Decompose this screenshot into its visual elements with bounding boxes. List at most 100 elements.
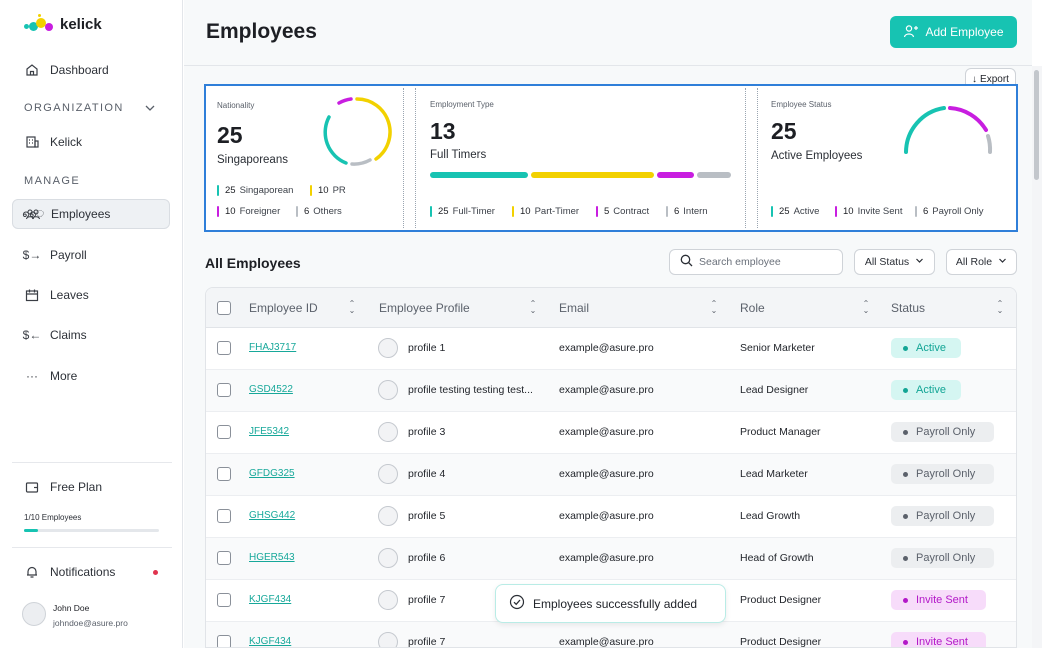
table-row[interactable]: FHAJ3717 profile 1 example@asure.pro Senior… <box>206 328 1016 370</box>
chevron-down-icon[interactable] <box>144 101 156 119</box>
row-checkbox[interactable] <box>217 551 231 565</box>
card-divider <box>403 88 404 228</box>
plan-usage: 1/10 Employees <box>24 513 82 522</box>
profile-avatar <box>378 380 398 400</box>
table-row[interactable]: GFDG325 profile 4 example@asure.pro Lead Ma… <box>206 454 1016 496</box>
column-header-employee-profile[interactable]: Employee Profile <box>379 288 470 328</box>
plan-usage-bar <box>24 529 159 532</box>
status-dot <box>903 471 908 477</box>
table-row[interactable]: HGER543 profile 6 example@asure.pro Head of… <box>206 538 1016 580</box>
column-header-email[interactable]: Email <box>559 288 589 328</box>
legend-item: 6 Payroll Only <box>915 206 984 217</box>
legend-color <box>430 206 432 217</box>
role-filter-dropdown[interactable]: All Role <box>946 249 1017 275</box>
row-checkbox[interactable] <box>217 341 231 355</box>
employee-id-link[interactable]: FHAJ3717 <box>249 342 296 353</box>
scrollbar-thumb[interactable] <box>1034 70 1039 180</box>
status-label: Payroll Only <box>916 426 976 438</box>
full-timer-segment <box>430 172 528 178</box>
profile-avatar <box>378 590 398 610</box>
contract-segment <box>657 172 694 178</box>
column-header-employee-id[interactable]: Employee ID <box>249 288 318 328</box>
app-name: kelick <box>60 15 102 33</box>
add-employee-button[interactable]: Add Employee <box>890 16 1017 48</box>
employee-id-link[interactable]: HGER543 <box>249 552 295 563</box>
search-input[interactable]: Search employee <box>669 249 843 275</box>
sidebar-item-kelick[interactable]: Kelick <box>12 127 170 157</box>
notifications-label: Notifications <box>50 565 116 579</box>
row-checkbox[interactable] <box>217 467 231 481</box>
sidebar-item-payroll[interactable]: $→ Payroll <box>12 240 170 270</box>
status-label: Active Employees <box>771 150 863 162</box>
employee-id-link[interactable]: JFE5342 <box>249 426 289 437</box>
divider <box>12 547 172 548</box>
row-checkbox[interactable] <box>217 593 231 607</box>
employee-id-link[interactable]: KJGF434 <box>249 594 291 605</box>
building-icon <box>24 134 40 150</box>
toast-message: Employees successfully added <box>533 596 698 611</box>
intern-segment <box>697 172 731 178</box>
legend-item: 25 Singaporean <box>217 185 293 196</box>
status-badge: Active <box>891 338 961 358</box>
sort-icon[interactable]: ⌃ ⌄ <box>709 300 719 315</box>
sidebar-item-label: Leaves <box>50 288 89 302</box>
sidebar-item-claims[interactable]: $← Claims <box>12 320 170 350</box>
row-checkbox[interactable] <box>217 383 231 397</box>
page-scrollbar[interactable] <box>1032 66 1042 648</box>
legend-item: 6 Intern <box>666 206 708 217</box>
status-dot <box>903 639 908 645</box>
employee-profile: profile 5 <box>408 510 446 522</box>
employee-id-link[interactable]: GFDG325 <box>249 468 295 479</box>
search-placeholder: Search employee <box>699 256 781 268</box>
status-filter-dropdown[interactable]: All Status <box>854 249 935 275</box>
column-header-role[interactable]: Role <box>740 288 765 328</box>
legend-color <box>217 185 219 196</box>
claims-icon: $← <box>22 328 42 342</box>
table-header: Employee ID ⌃ ⌄ Employee Profile ⌃ ⌄ Email… <box>206 288 1016 328</box>
table-row[interactable]: JFE5342 profile 3 example@asure.pro Product… <box>206 412 1016 454</box>
all-employees-title: All Employees <box>205 255 301 271</box>
row-checkbox[interactable] <box>217 635 231 647</box>
employee-id-link[interactable]: KJGF434 <box>249 636 291 647</box>
sidebar-item-leaves[interactable]: Leaves <box>12 280 170 310</box>
status-dot <box>903 597 908 603</box>
table-row[interactable]: GSD4522 profile testing testing test... ex… <box>206 370 1016 412</box>
sort-icon[interactable]: ⌃ ⌄ <box>861 300 871 315</box>
table-row[interactable]: KJGF434 profile 7 example@asure.pro Product… <box>206 622 1016 647</box>
status-badge: Invite Sent <box>891 590 986 610</box>
notifications-item[interactable]: Notifications <box>12 557 170 587</box>
users-icon: ൈ <box>21 208 45 220</box>
sort-icon[interactable]: ⌃ ⌄ <box>995 300 1005 315</box>
sort-icon[interactable]: ⌃ ⌄ <box>347 300 357 315</box>
page-header: Employees Add Employee <box>184 0 1032 66</box>
employee-status-card: Employee Status 25 Active Employees 25 Ac… <box>758 86 1016 230</box>
employee-role: Lead Marketer <box>740 468 808 480</box>
column-header-status[interactable]: Status <box>891 288 925 328</box>
employee-id-link[interactable]: GHSG442 <box>249 510 295 521</box>
free-plan[interactable]: Free Plan <box>12 472 170 502</box>
table-row[interactable]: GHSG442 profile 5 example@asure.pro Lead Gr… <box>206 496 1016 538</box>
employee-role: Lead Growth <box>740 510 801 522</box>
profile-avatar <box>378 632 398 647</box>
sort-icon[interactable]: ⌃ ⌄ <box>528 300 538 315</box>
row-checkbox[interactable] <box>217 425 231 439</box>
nationality-donut-chart <box>323 97 392 166</box>
employee-id-link[interactable]: GSD4522 <box>249 384 293 395</box>
sidebar-item-dashboard[interactable]: Dashboard <box>12 55 170 85</box>
sidebar-item-employees[interactable]: ൈ Employees <box>12 199 170 229</box>
profile-avatar <box>378 506 398 526</box>
avatar[interactable] <box>22 602 46 626</box>
sidebar-item-more[interactable]: ··· More <box>12 361 170 391</box>
legend-item: 10 PR <box>310 185 346 196</box>
employee-role: Product Designer <box>740 594 822 606</box>
page-title: Employees <box>206 20 317 43</box>
status-gauge-chart <box>904 106 993 154</box>
sidebar-item-label: Dashboard <box>50 63 109 77</box>
more-icon: ··· <box>26 369 38 383</box>
legend-color <box>512 206 514 217</box>
employee-email: example@asure.pro <box>559 384 654 396</box>
row-checkbox[interactable] <box>217 509 231 523</box>
select-all-checkbox[interactable] <box>217 301 231 315</box>
employee-email: example@asure.pro <box>559 468 654 480</box>
app-logo[interactable]: kelick <box>24 14 102 34</box>
